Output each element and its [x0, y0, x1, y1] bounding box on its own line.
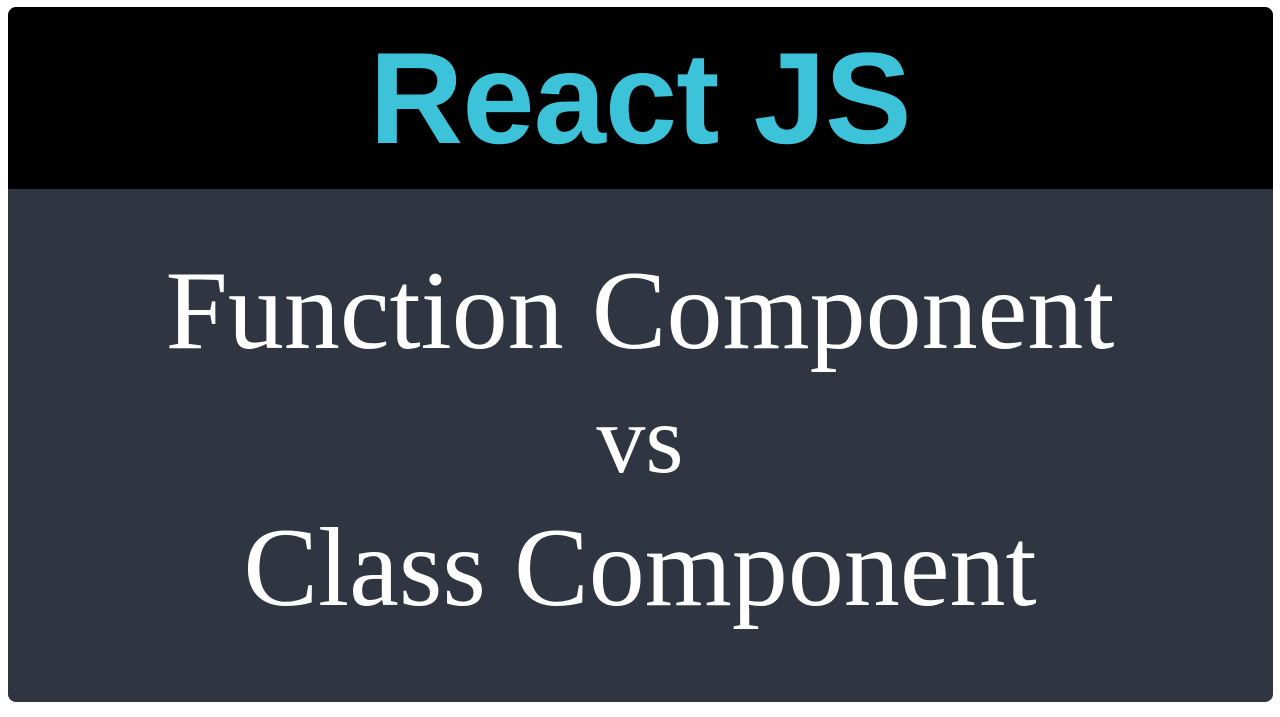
body-panel: Function Component vs Class Component: [8, 189, 1273, 702]
body-line-vs: vs: [596, 389, 683, 492]
header-panel: React JS: [8, 7, 1273, 189]
header-title: React JS: [369, 33, 910, 163]
body-line-1: Function Component: [166, 253, 1115, 371]
slide-card: React JS Function Component vs Class Com…: [8, 7, 1273, 702]
body-line-3: Class Component: [243, 510, 1036, 628]
